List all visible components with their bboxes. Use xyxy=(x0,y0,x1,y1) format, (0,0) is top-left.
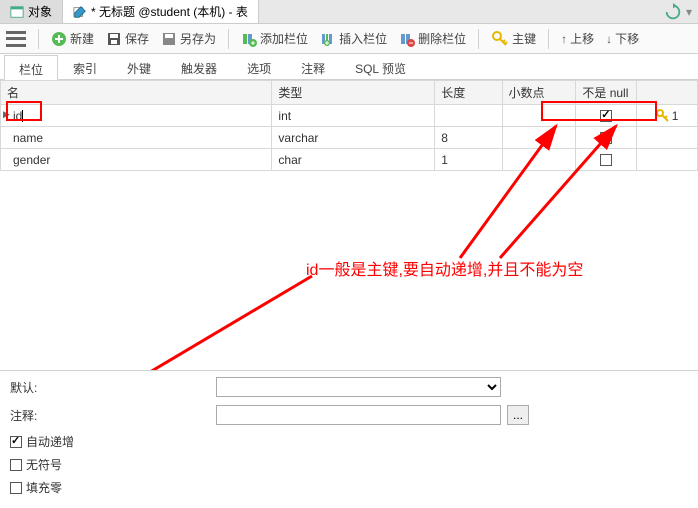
unsigned-checkbox[interactable] xyxy=(10,459,22,471)
addcol-button[interactable]: 添加栏位 xyxy=(241,30,308,47)
cell-name[interactable]: name xyxy=(1,127,272,149)
subtab-fk[interactable]: 外键 xyxy=(112,54,166,79)
primarykey-button[interactable]: 主键 xyxy=(491,30,536,48)
table-row[interactable]: ▶idint 1 xyxy=(1,105,698,127)
cell-primarykey[interactable]: 1 xyxy=(637,105,698,127)
insert-column-icon xyxy=(320,31,336,47)
key-icon xyxy=(491,30,509,48)
moveup-button[interactable]: ↑ 上移 xyxy=(561,30,594,47)
cell-name[interactable]: gender xyxy=(1,149,272,171)
cell-decimal[interactable] xyxy=(502,149,576,171)
subtab-options[interactable]: 选项 xyxy=(232,54,286,79)
dropdown-icon[interactable]: ▾ xyxy=(686,5,692,19)
subtab-sql[interactable]: SQL 预览 xyxy=(340,54,421,79)
field-properties-panel: 默认: 注释: ... 自动递增 无符号 填充零 xyxy=(0,370,698,508)
hamburger-icon[interactable] xyxy=(6,31,26,47)
autoinc-checkbox[interactable] xyxy=(10,436,22,448)
table-icon xyxy=(10,5,24,19)
cell-notnull[interactable] xyxy=(576,127,637,149)
header-decimal[interactable]: 小数点 xyxy=(502,81,576,105)
tab-current-table[interactable]: * 无标题 @student (本机) - 表 xyxy=(63,0,259,23)
cell-type[interactable]: int xyxy=(272,105,435,127)
tab-objects[interactable]: 对象 xyxy=(0,0,63,23)
notnull-checkbox[interactable] xyxy=(600,154,612,166)
table-row[interactable]: namevarchar8 xyxy=(1,127,698,149)
comment-input[interactable] xyxy=(216,405,501,425)
subtab-comment[interactable]: 注释 xyxy=(286,54,340,79)
cell-name[interactable]: ▶id xyxy=(1,105,272,127)
cell-decimal[interactable] xyxy=(502,127,576,149)
subtab-index[interactable]: 索引 xyxy=(58,54,112,79)
arrow-up-icon: ↑ xyxy=(561,32,567,46)
cell-type[interactable]: varchar xyxy=(272,127,435,149)
header-name[interactable]: 名 xyxy=(1,81,272,105)
new-button[interactable]: 新建 xyxy=(51,30,94,47)
autoinc-label: 自动递增 xyxy=(26,433,74,450)
cell-length[interactable]: 1 xyxy=(435,149,502,171)
saveas-icon xyxy=(161,31,177,47)
new-icon xyxy=(51,31,67,47)
cell-primarykey[interactable] xyxy=(637,127,698,149)
arrow-down-icon: ↓ xyxy=(606,32,612,46)
sync-icon[interactable] xyxy=(664,3,682,21)
add-column-icon xyxy=(241,31,257,47)
default-select[interactable] xyxy=(216,377,501,397)
save-button[interactable]: 保存 xyxy=(106,30,149,47)
comment-browse-button[interactable]: ... xyxy=(507,405,529,425)
zerofill-label: 填充零 xyxy=(26,479,62,496)
edit-table-icon xyxy=(73,5,87,19)
save-icon xyxy=(106,31,122,47)
delcol-button[interactable]: 删除栏位 xyxy=(399,30,466,47)
notnull-checkbox[interactable] xyxy=(600,132,612,144)
insertcol-button[interactable]: 插入栏位 xyxy=(320,30,387,47)
cell-notnull[interactable] xyxy=(576,149,637,171)
unsigned-label: 无符号 xyxy=(26,456,62,473)
notnull-checkbox[interactable] xyxy=(600,110,612,122)
movedown-button[interactable]: ↓ 下移 xyxy=(606,30,639,47)
header-key[interactable] xyxy=(637,81,698,105)
main-toolbar: 新建 保存 另存为 添加栏位 插入栏位 删除栏位 主键 ↑ 上移 ↓ 下移 xyxy=(0,24,698,54)
designer-subtabs: 栏位 索引 外键 触发器 选项 注释 SQL 预览 xyxy=(0,54,698,80)
columns-grid: 名 类型 长度 小数点 不是 null ▶idint1namevarchar8g… xyxy=(0,80,698,171)
tab-objects-label: 对象 xyxy=(28,3,52,20)
subtab-fields[interactable]: 栏位 xyxy=(4,55,58,80)
header-type[interactable]: 类型 xyxy=(272,81,435,105)
cell-primarykey[interactable] xyxy=(637,149,698,171)
delete-column-icon xyxy=(399,31,415,47)
cell-decimal[interactable] xyxy=(502,105,576,127)
annotation-text: id一般是主键,要自动递增,并且不能为空 xyxy=(306,256,583,280)
cell-type[interactable]: char xyxy=(272,149,435,171)
zerofill-checkbox[interactable] xyxy=(10,482,22,494)
label-comment: 注释: xyxy=(10,407,50,424)
saveas-button[interactable]: 另存为 xyxy=(161,30,216,47)
header-length[interactable]: 长度 xyxy=(435,81,502,105)
document-tabs: 对象 * 无标题 @student (本机) - 表 ▾ xyxy=(0,0,698,24)
table-row[interactable]: genderchar1 xyxy=(1,149,698,171)
cell-length[interactable]: 8 xyxy=(435,127,502,149)
header-notnull[interactable]: 不是 null xyxy=(576,81,637,105)
cell-length[interactable] xyxy=(435,105,502,127)
tab-current-label: * 无标题 @student (本机) - 表 xyxy=(91,3,248,20)
label-default: 默认: xyxy=(10,379,50,396)
cell-notnull[interactable] xyxy=(576,105,637,127)
subtab-trigger[interactable]: 触发器 xyxy=(166,54,232,79)
